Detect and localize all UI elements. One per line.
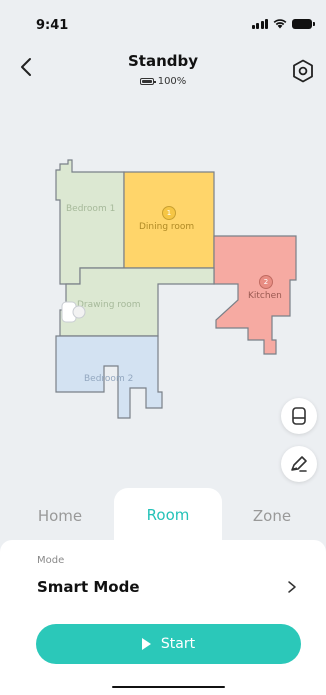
mode-value: Smart Mode bbox=[37, 578, 140, 596]
header: Standby 100% bbox=[0, 44, 326, 98]
tab-zone[interactable]: Zone bbox=[222, 490, 322, 542]
room-badge-kitchen: 2 bbox=[259, 275, 273, 289]
status-time: 9:41 bbox=[36, 18, 69, 33]
room-badge-dining: 1 bbox=[162, 206, 176, 220]
dock-marker-icon[interactable] bbox=[60, 300, 86, 324]
start-button[interactable]: Start bbox=[36, 624, 301, 664]
edit-map-button[interactable] bbox=[281, 446, 317, 482]
control-sheet: Mode Smart Mode Start bbox=[0, 540, 326, 695]
map-canvas bbox=[55, 159, 297, 419]
wifi-icon bbox=[273, 19, 287, 29]
cleaning-map[interactable]: Bedroom 1 1 Dining room 2 Kitchen Drawin… bbox=[0, 140, 326, 440]
app-screen: 9:41 Standby 100% Bedroom 1 1 Dining roo… bbox=[0, 0, 326, 695]
tab-home[interactable]: Home bbox=[10, 490, 110, 542]
battery-status: 100% bbox=[0, 76, 326, 87]
mode-tabs: Home Room Zone bbox=[0, 488, 326, 542]
room-label-bedroom-2: Bedroom 2 bbox=[84, 374, 134, 384]
room-label-bedroom-1: Bedroom 1 bbox=[66, 204, 116, 214]
page-title: Standby bbox=[127, 52, 199, 70]
mode-selector[interactable]: Smart Mode bbox=[37, 574, 298, 600]
edit-pencil-icon bbox=[291, 456, 307, 472]
dock-station-icon bbox=[292, 407, 306, 425]
play-icon bbox=[141, 638, 151, 650]
status-icons bbox=[251, 18, 315, 29]
start-label: Start bbox=[160, 636, 196, 652]
mode-label: Mode bbox=[37, 555, 65, 566]
signal-icon bbox=[251, 18, 268, 29]
room-label-dining: Dining room bbox=[139, 222, 195, 232]
room-bedroom-1[interactable] bbox=[55, 159, 125, 285]
chevron-right-icon bbox=[288, 581, 296, 593]
battery-percent: 100% bbox=[157, 76, 187, 87]
tab-room[interactable]: Room bbox=[114, 488, 222, 542]
room-label-drawing: Drawing room bbox=[77, 300, 141, 310]
status-bar: 9:41 bbox=[0, 0, 326, 44]
dock-button[interactable] bbox=[281, 398, 317, 434]
room-dining[interactable] bbox=[123, 171, 215, 269]
battery-level-icon bbox=[139, 78, 156, 85]
room-label-kitchen: Kitchen bbox=[248, 291, 282, 301]
hexagon-gear-icon[interactable] bbox=[290, 58, 316, 84]
battery-icon bbox=[292, 18, 315, 29]
home-indicator bbox=[112, 686, 225, 688]
